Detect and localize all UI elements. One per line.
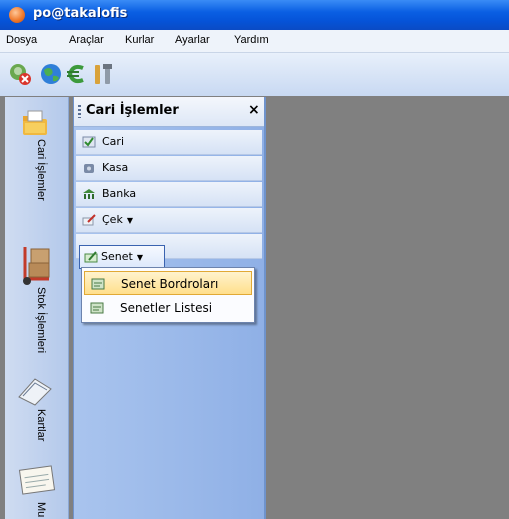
accounts-book-icon (18, 465, 56, 495)
document-icon (90, 302, 104, 314)
nav-tab-label: Kartlar (35, 409, 47, 442)
app-icon[interactable] (9, 7, 25, 23)
panel-title: Cari İşlemler (86, 103, 179, 118)
menu-item-label: Senetler Listesi (120, 301, 213, 315)
left-navigation-bar: Cari İşlemler Stok İşlemleri Kartlar Mu (5, 97, 69, 519)
clipboard-icon (18, 378, 52, 406)
grip-icon[interactable] (78, 105, 81, 118)
folder-icon (23, 110, 47, 135)
nav-tab-kartlar[interactable]: Kartlar (5, 365, 68, 460)
nav-tab-label: Cari İşlemler (35, 139, 47, 201)
globe-icon[interactable] (39, 62, 63, 86)
bank-icon (83, 189, 95, 199)
window-title: po@takalofis (33, 6, 128, 21)
menu-item-label: Senet Bordroları (121, 277, 219, 291)
panel-item-banka[interactable]: Banka (76, 182, 262, 207)
title-bar: po@takalofis (0, 0, 509, 30)
menu-item-senetler-listesi[interactable]: Senetler Listesi (84, 296, 252, 320)
menu-kurlar[interactable]: Kurlar (125, 34, 154, 46)
nav-tab-mu[interactable]: Mu (5, 462, 68, 519)
panel-item-label: Kasa (102, 161, 129, 174)
checklist-icon (82, 136, 96, 148)
nav-tab-label: Mu (35, 502, 47, 518)
panel-header: Cari İşlemler × (74, 97, 264, 127)
panel-item-label: Banka (102, 187, 137, 200)
note-icon (84, 251, 98, 263)
panel-item-label: Cari (102, 135, 124, 148)
hand-truck-icon (23, 247, 50, 285)
menu-item-senet-bordrolari[interactable]: Senet Bordroları (84, 271, 252, 295)
exit-icon[interactable] (8, 62, 32, 86)
nav-tab-label: Stok İşlemleri (35, 287, 47, 354)
document-icon (91, 278, 105, 290)
senet-dropdown-button[interactable]: Senet ▼ (79, 245, 165, 269)
toolbar (0, 53, 509, 97)
check-pen-icon (82, 214, 96, 226)
menu-ayarlar[interactable]: Ayarlar (175, 34, 210, 46)
menu-yardim[interactable]: Yardım (234, 34, 269, 46)
menu-araclar[interactable]: Araçlar (69, 34, 104, 46)
close-icon[interactable]: × (248, 102, 260, 118)
nav-tab-cari-islemler[interactable]: Cari İşlemler (5, 97, 68, 237)
tools-icon[interactable] (91, 62, 115, 86)
senet-label: Senet ▼ (101, 250, 143, 263)
safe-icon (84, 164, 94, 173)
menu-dosya[interactable]: Dosya (6, 34, 37, 46)
panel-item-kasa[interactable]: Kasa (76, 156, 262, 181)
chevron-down-icon: ▼ (126, 216, 133, 225)
panel-item-cari[interactable]: Cari (76, 130, 262, 155)
currency-icon[interactable] (64, 62, 88, 86)
senet-dropdown-menu: Senet Bordroları Senetler Listesi (81, 267, 255, 323)
panel-item-label: Çek ▼ (102, 213, 133, 226)
nav-tab-stok-islemleri[interactable]: Stok İşlemleri (5, 235, 68, 365)
menu-bar: Dosya Araçlar Kurlar Ayarlar Yardım (0, 30, 509, 53)
chevron-down-icon: ▼ (136, 253, 143, 262)
panel-item-cek[interactable]: Çek ▼ (76, 208, 262, 233)
